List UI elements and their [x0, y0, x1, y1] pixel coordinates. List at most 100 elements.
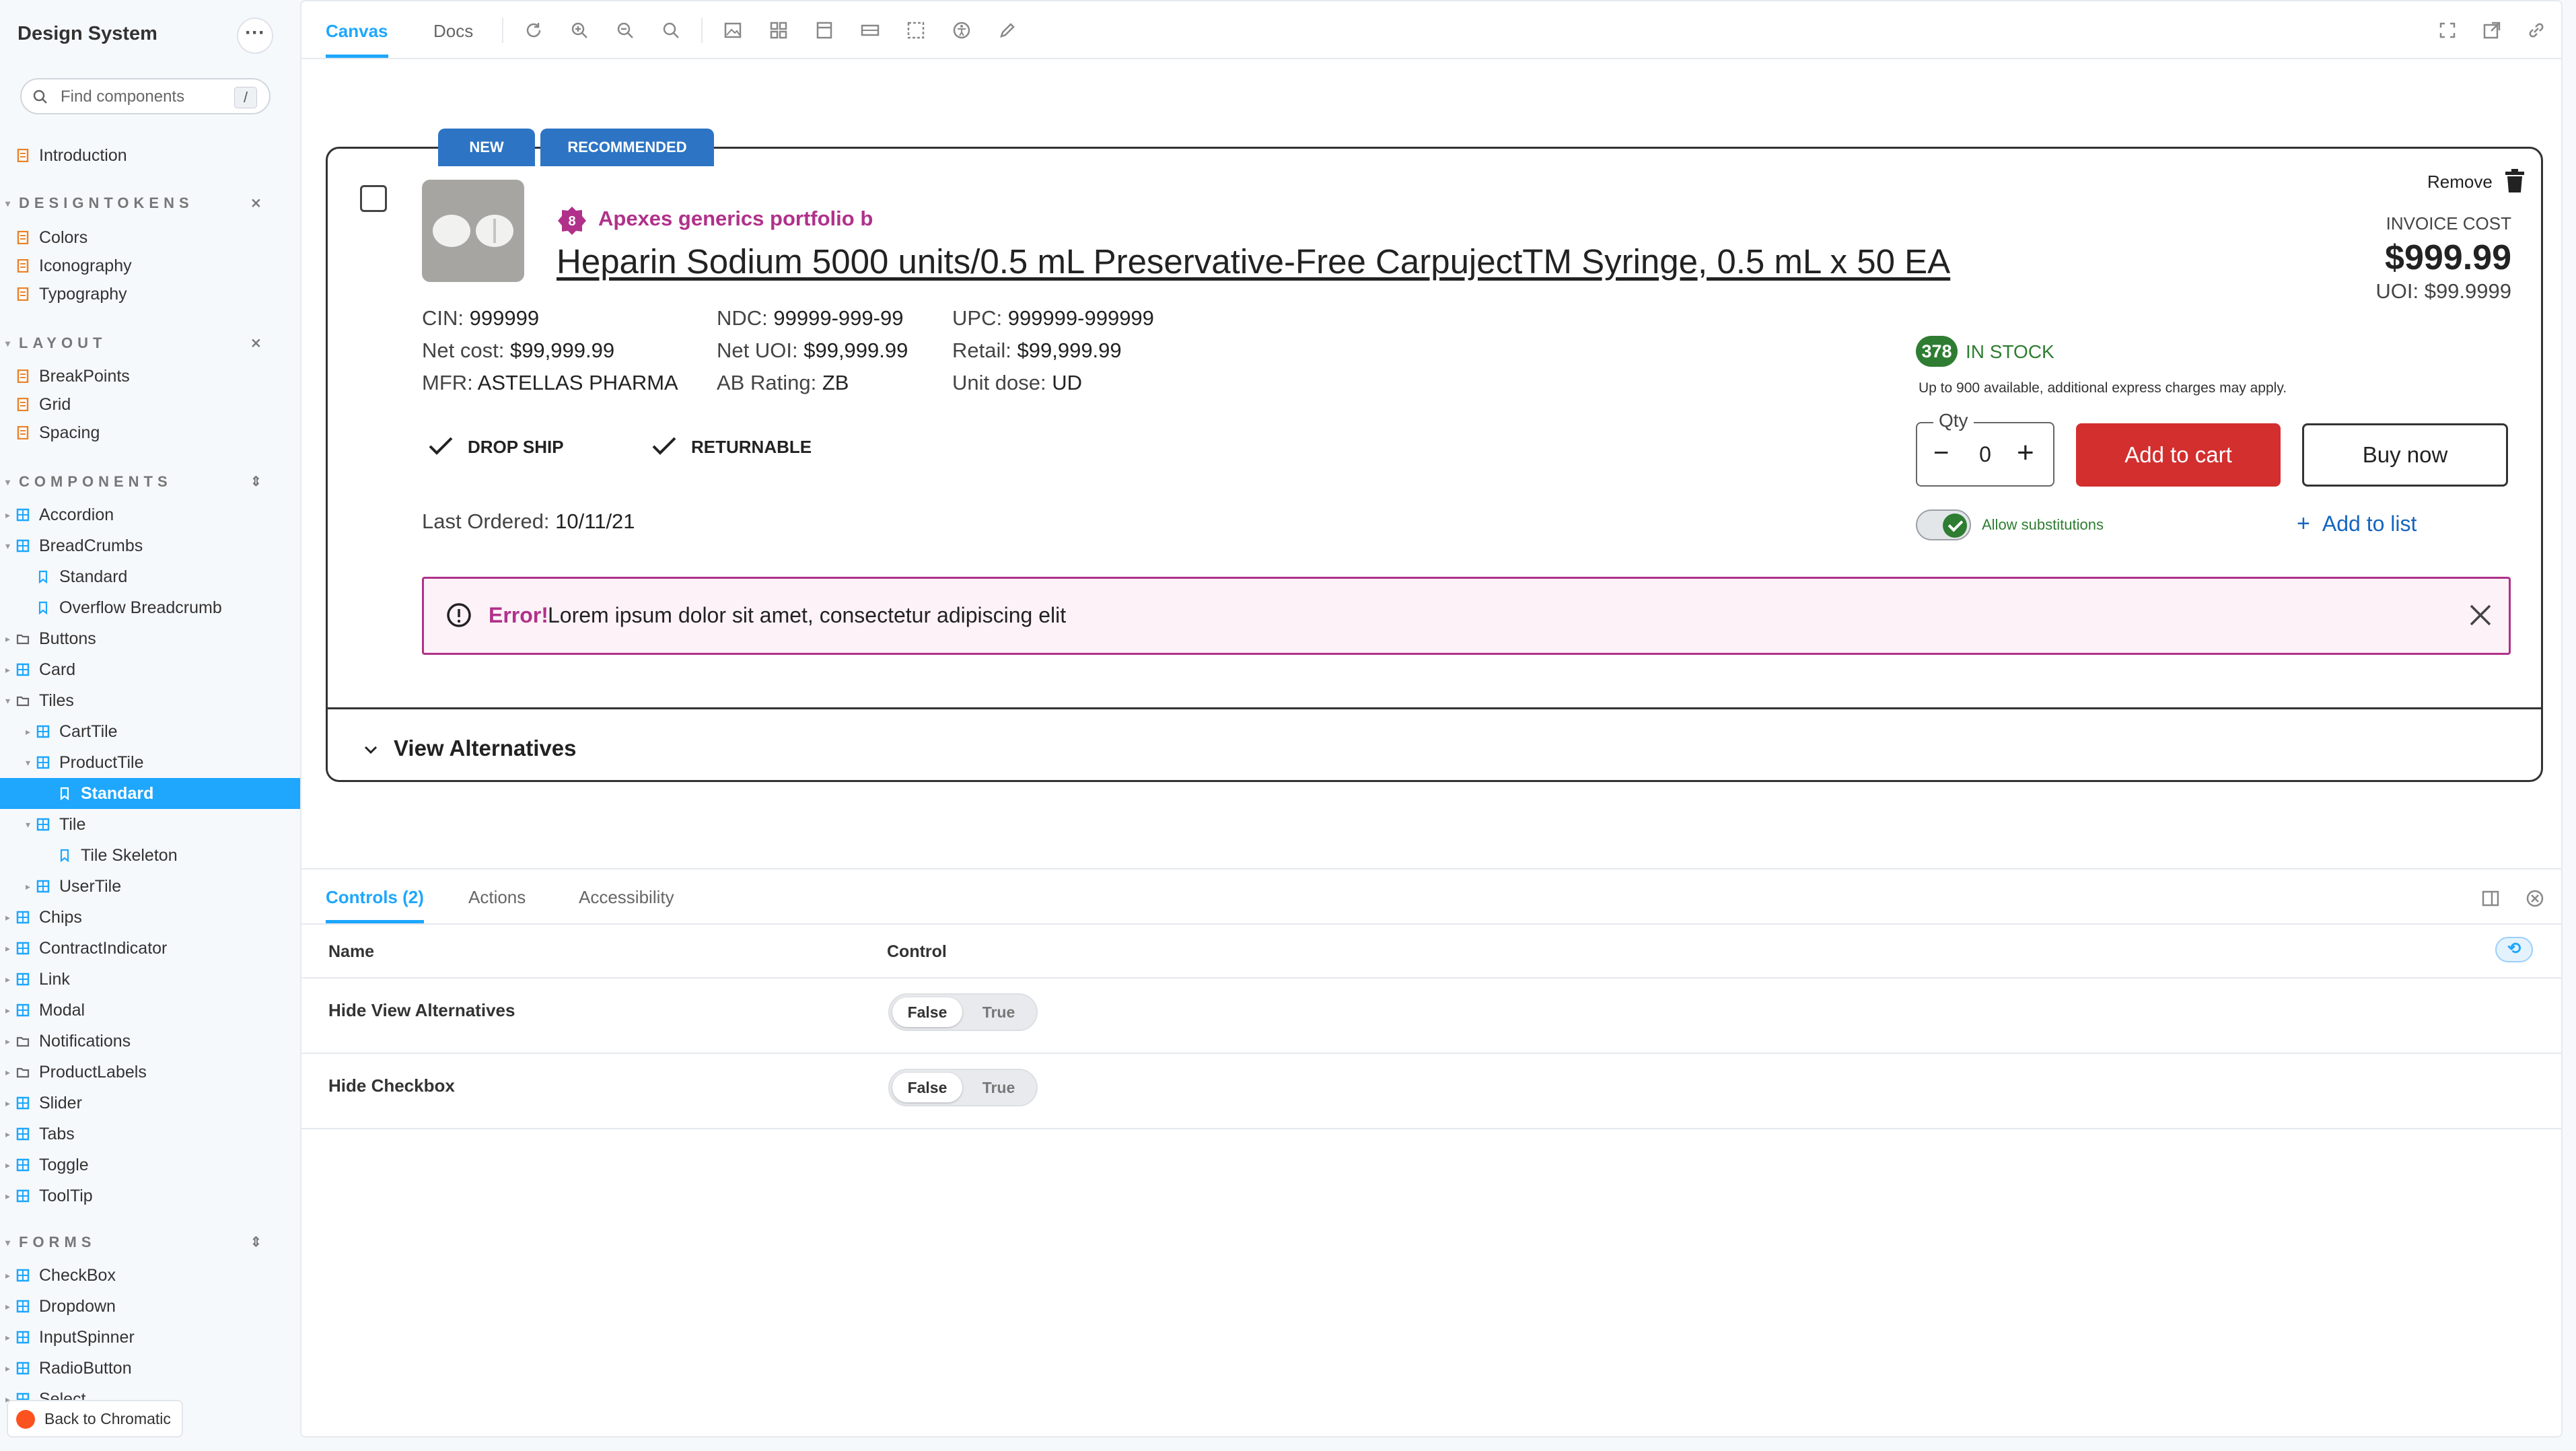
expand-icon[interactable]: ⇕ [250, 468, 262, 495]
sidebar-item[interactable]: ▸ Modal [0, 995, 300, 1026]
tab-canvas[interactable]: Canvas [326, 1, 388, 58]
sidebar-item[interactable]: ▾ ProductTile [0, 747, 300, 778]
chevron-right-icon[interactable]: ▸ [5, 623, 10, 654]
chevron-right-icon[interactable]: ▸ [5, 995, 10, 1026]
sidebar-item[interactable]: ▸ Accordion [0, 499, 300, 530]
option-true[interactable]: True [964, 997, 1034, 1027]
sidebar-menu-button[interactable]: ··· [237, 17, 273, 54]
allow-substitutions-toggle[interactable] [1916, 509, 1971, 540]
chevron-right-icon[interactable]: ▸ [5, 1149, 10, 1180]
add-to-cart-button[interactable]: Add to cart [2076, 423, 2281, 487]
sidebar-item[interactable]: ▾ BreadCrumbs [0, 530, 300, 561]
sidebar-item[interactable]: ▸ Chips [0, 902, 300, 933]
section-layout[interactable]: ▾ LAYOUT ⨯ [0, 330, 300, 357]
chevron-right-icon[interactable]: ▸ [5, 1088, 10, 1119]
sidebar-item[interactable]: ▸ RadioButton [0, 1353, 300, 1384]
sidebar-item[interactable]: ▸ UserTile [0, 871, 300, 902]
sidebar-item[interactable]: ▸ Dropdown [0, 1291, 300, 1322]
accessibility-icon[interactable] [952, 20, 972, 40]
chevron-right-icon[interactable]: ▸ [5, 902, 10, 933]
reload-icon[interactable] [524, 20, 544, 40]
chevron-down-icon[interactable]: ▾ [26, 809, 30, 840]
sidebar-item[interactable]: Typography [0, 279, 300, 310]
reset-controls-icon[interactable]: ⟲ [2495, 937, 2533, 962]
view-alternatives-toggle[interactable]: View Alternatives [363, 736, 576, 761]
sidebar-item-introduction[interactable]: Introduction [0, 140, 300, 171]
collapse-icon[interactable]: ⨯ [250, 330, 262, 357]
sidebar-item[interactable]: ▸ Slider [0, 1088, 300, 1119]
boolean-toggle[interactable]: False True [888, 993, 1038, 1031]
chevron-right-icon[interactable]: ▸ [5, 1322, 10, 1353]
chevron-right-icon[interactable]: ▸ [5, 1026, 10, 1057]
back-to-chromatic-button[interactable]: Back to Chromatic [7, 1400, 183, 1438]
collapse-icon[interactable]: ⨯ [250, 190, 262, 217]
zoom-in-icon[interactable] [569, 20, 589, 40]
chevron-right-icon[interactable]: ▸ [5, 1260, 10, 1291]
option-false[interactable]: False [892, 1073, 962, 1102]
sidebar-item[interactable]: ▸ ContractIndicator [0, 933, 300, 964]
boolean-toggle[interactable]: False True [888, 1069, 1038, 1106]
sidebar-item[interactable]: Colors [0, 222, 300, 253]
copy-link-icon[interactable] [2526, 20, 2546, 40]
sidebar-item[interactable]: ▸ InputSpinner [0, 1322, 300, 1353]
measure-icon[interactable] [860, 20, 880, 40]
sidebar-item[interactable]: ▾ Tiles [0, 685, 300, 716]
option-true[interactable]: True [964, 1073, 1034, 1102]
sidebar-item[interactable]: ▸ CartTile [0, 716, 300, 747]
sidebar-item[interactable]: ▸ Notifications [0, 1026, 300, 1057]
close-icon[interactable] [2467, 602, 2494, 629]
portfolio-name[interactable]: Apexes generics portfolio b [598, 207, 873, 231]
sidebar-item[interactable]: ▸ ToolTip [0, 1180, 300, 1211]
select-checkbox[interactable] [360, 185, 387, 212]
chevron-right-icon[interactable]: ▸ [5, 654, 10, 685]
quantity-stepper[interactable]: Qty − 0 + [1916, 410, 2054, 487]
sidebar-item[interactable]: Tile Skeleton [0, 840, 300, 871]
sidebar-item[interactable]: BreakPoints [0, 361, 300, 392]
tab-accessibility[interactable]: Accessibility [579, 870, 674, 923]
fullscreen-icon[interactable] [2437, 20, 2458, 40]
sidebar-item[interactable]: ▸ Card [0, 654, 300, 685]
section-designtokens[interactable]: ▾ DESIGNTOKENS ⨯ [0, 190, 300, 217]
sidebar-item[interactable]: Grid [0, 389, 300, 420]
grid-icon[interactable] [768, 20, 789, 40]
chevron-right-icon[interactable]: ▸ [5, 933, 10, 964]
sidebar-item[interactable]: ▸ Buttons [0, 623, 300, 654]
zoom-reset-icon[interactable] [661, 20, 681, 40]
chevron-down-icon[interactable]: ▾ [5, 530, 10, 561]
section-components[interactable]: ▾ COMPONENTS ⇕ [0, 468, 300, 495]
sidebar-item[interactable]: ▸ Toggle [0, 1149, 300, 1180]
chevron-right-icon[interactable]: ▸ [26, 871, 30, 902]
trash-icon[interactable] [2505, 169, 2524, 193]
outline-icon[interactable] [906, 20, 926, 40]
decrement-button[interactable]: − [1933, 439, 1949, 466]
tab-controls[interactable]: Controls (2) [326, 870, 424, 923]
chevron-right-icon[interactable]: ▸ [5, 1057, 10, 1088]
sidebar-item[interactable]: Overflow Breadcrumb [0, 592, 300, 623]
chevron-down-icon[interactable]: ▾ [5, 685, 10, 716]
sidebar-item[interactable]: ▸ Tabs [0, 1119, 300, 1149]
product-title-link[interactable]: Heparin Sodium 5000 units/0.5 mL Preserv… [557, 242, 1950, 281]
open-new-tab-icon[interactable] [2482, 20, 2502, 40]
chevron-right-icon[interactable]: ▸ [5, 1291, 10, 1322]
chevron-right-icon[interactable]: ▸ [5, 499, 10, 530]
sidebar-item[interactable]: Standard [0, 561, 300, 592]
buy-now-button[interactable]: Buy now [2302, 423, 2508, 487]
search-box[interactable]: / [20, 78, 271, 114]
chevron-right-icon[interactable]: ▸ [5, 1119, 10, 1149]
tab-docs[interactable]: Docs [433, 1, 473, 58]
sidebar-item[interactable]: ▸ CheckBox [0, 1260, 300, 1291]
background-icon[interactable] [723, 20, 743, 40]
sidebar-item[interactable]: Standard [0, 778, 300, 809]
sidebar-item[interactable]: ▾ Tile [0, 809, 300, 840]
sidebar-item[interactable]: ▸ Link [0, 964, 300, 995]
edit-icon[interactable] [997, 20, 1017, 40]
panel-orientation-icon[interactable] [2480, 888, 2501, 909]
expand-icon[interactable]: ⇕ [250, 1229, 262, 1256]
viewport-icon[interactable] [814, 20, 834, 40]
search-input[interactable] [59, 86, 230, 108]
sidebar-item[interactable]: Spacing [0, 417, 300, 448]
sidebar-item[interactable]: Iconography [0, 250, 300, 281]
chevron-right-icon[interactable]: ▸ [5, 1353, 10, 1384]
chevron-right-icon[interactable]: ▸ [5, 964, 10, 995]
chevron-down-icon[interactable]: ▾ [26, 747, 30, 778]
